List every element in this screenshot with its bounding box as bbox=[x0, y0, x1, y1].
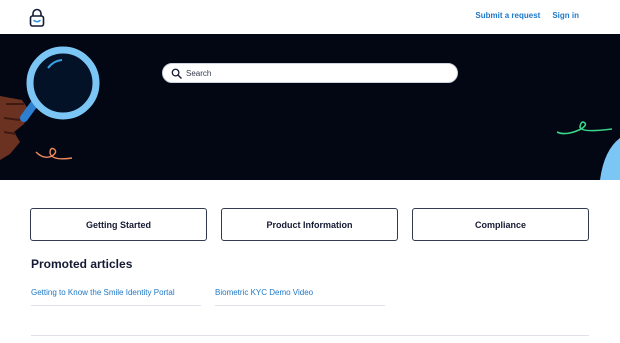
hand-illustration bbox=[0, 96, 30, 160]
green-squiggle bbox=[556, 121, 613, 135]
orange-squiggle bbox=[35, 147, 73, 160]
header-nav: Submit a request Sign in bbox=[475, 11, 579, 20]
hero-illustration bbox=[0, 46, 620, 180]
category-card-compliance[interactable]: Compliance bbox=[412, 208, 589, 241]
search-icon bbox=[171, 68, 182, 79]
category-card-getting-started[interactable]: Getting Started bbox=[30, 208, 207, 241]
sign-in-link[interactable]: Sign in bbox=[552, 11, 579, 20]
category-card-product-information[interactable]: Product Information bbox=[221, 208, 398, 241]
blue-corner-shape bbox=[600, 138, 620, 180]
padlock-smile-icon[interactable] bbox=[28, 8, 46, 27]
promoted-article-link[interactable]: Biometric KYC Demo Video bbox=[215, 288, 385, 306]
hero-banner bbox=[0, 34, 620, 180]
search-bar[interactable] bbox=[162, 63, 458, 83]
section-divider bbox=[31, 335, 589, 336]
category-cards: Getting Started Product Information Comp… bbox=[30, 208, 590, 241]
magnifier-lens bbox=[26, 46, 100, 120]
search-input[interactable] bbox=[186, 68, 446, 78]
submit-request-link[interactable]: Submit a request bbox=[475, 11, 540, 20]
promoted-articles-heading: Promoted articles bbox=[31, 257, 133, 271]
promoted-article-link[interactable]: Getting to Know the Smile Identity Porta… bbox=[31, 288, 201, 306]
site-header: Submit a request Sign in bbox=[0, 0, 620, 34]
